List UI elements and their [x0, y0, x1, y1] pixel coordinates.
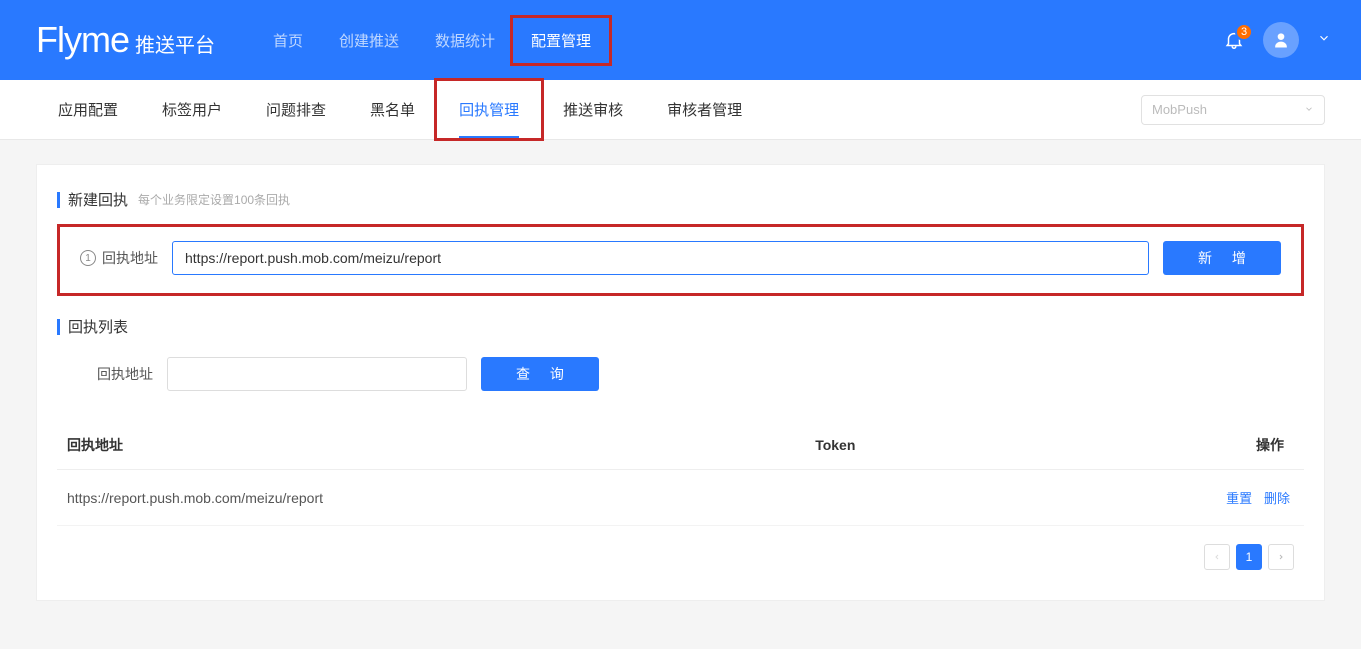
- nav-config[interactable]: 配置管理: [513, 18, 609, 63]
- user-icon: [1271, 30, 1291, 50]
- cell-op: 重置 删除: [1117, 470, 1304, 526]
- notifications-badge: 3: [1235, 23, 1253, 41]
- receipt-url-label: 1 回执地址: [80, 248, 158, 268]
- chevron-left-icon: [1213, 553, 1221, 561]
- delete-link[interactable]: 删除: [1264, 491, 1290, 506]
- tab-receipt-manage[interactable]: 回执管理: [437, 81, 541, 138]
- chevron-down-icon: [1317, 31, 1331, 45]
- top-header: Flyme 推送平台 首页 创建推送 数据统计 配置管理 3: [0, 0, 1361, 80]
- receipt-list-title: 回执列表: [57, 316, 1304, 337]
- app-selector[interactable]: MobPush: [1141, 95, 1325, 125]
- col-token: Token: [805, 421, 1117, 470]
- nav-home[interactable]: 首页: [255, 18, 321, 63]
- content-card: 新建回执 每个业务限定设置100条回执 1 回执地址 新 增 回执列表 回执地址…: [36, 164, 1325, 601]
- tab-blacklist[interactable]: 黑名单: [348, 81, 437, 138]
- notifications-button[interactable]: 3: [1223, 29, 1245, 51]
- receipt-url-input[interactable]: [172, 241, 1149, 275]
- logo-sub: 推送平台: [135, 29, 215, 58]
- filter-url-input[interactable]: [167, 357, 467, 391]
- query-button[interactable]: 查 询: [481, 357, 599, 391]
- chevron-down-icon: [1304, 102, 1314, 117]
- logo[interactable]: Flyme 推送平台: [36, 19, 215, 61]
- step-number-icon: 1: [80, 250, 96, 266]
- avatar[interactable]: [1263, 22, 1299, 58]
- page-prev[interactable]: [1204, 544, 1230, 570]
- page-next[interactable]: [1268, 544, 1294, 570]
- col-op: 操作: [1117, 421, 1304, 470]
- col-url: 回执地址: [57, 421, 805, 470]
- logo-main: Flyme: [36, 19, 129, 61]
- sub-tabs-bar: 应用配置 标签用户 问题排查 黑名单 回执管理 推送审核 审核者管理 MobPu…: [0, 80, 1361, 140]
- filter-label: 回执地址: [97, 364, 153, 384]
- tab-push-audit[interactable]: 推送审核: [541, 81, 645, 138]
- nav-create-push[interactable]: 创建推送: [321, 18, 417, 63]
- tab-app-config[interactable]: 应用配置: [36, 81, 140, 138]
- new-receipt-title: 新建回执 每个业务限定设置100条回执: [57, 189, 1304, 210]
- cell-url: https://report.push.mob.com/meizu/report: [57, 470, 805, 526]
- user-menu-toggle[interactable]: [1317, 31, 1331, 50]
- add-receipt-button[interactable]: 新 增: [1163, 241, 1281, 275]
- table-row: https://report.push.mob.com/meizu/report…: [57, 470, 1304, 526]
- filter-row: 回执地址 查 询: [57, 351, 1304, 421]
- tab-auditor-manage[interactable]: 审核者管理: [645, 81, 764, 138]
- new-receipt-highlight: 1 回执地址 新 增: [57, 224, 1304, 296]
- header-right: 3: [1223, 22, 1331, 58]
- top-nav: 首页 创建推送 数据统计 配置管理: [255, 18, 609, 63]
- tab-troubleshoot[interactable]: 问题排查: [244, 81, 348, 138]
- cell-token: [805, 470, 1117, 526]
- nav-stats[interactable]: 数据统计: [417, 18, 513, 63]
- new-receipt-hint: 每个业务限定设置100条回执: [138, 191, 290, 208]
- app-selector-value: MobPush: [1152, 102, 1207, 117]
- chevron-right-icon: [1277, 553, 1285, 561]
- tab-tagged-users[interactable]: 标签用户: [140, 81, 244, 138]
- reset-link[interactable]: 重置: [1226, 491, 1252, 506]
- page-1[interactable]: 1: [1236, 544, 1262, 570]
- sub-tabs: 应用配置 标签用户 问题排查 黑名单 回执管理 推送审核 审核者管理: [36, 81, 764, 138]
- receipt-table: 回执地址 Token 操作 https://report.push.mob.co…: [57, 421, 1304, 526]
- pagination: 1: [57, 544, 1304, 570]
- new-receipt-row: 1 回执地址 新 增: [80, 241, 1281, 275]
